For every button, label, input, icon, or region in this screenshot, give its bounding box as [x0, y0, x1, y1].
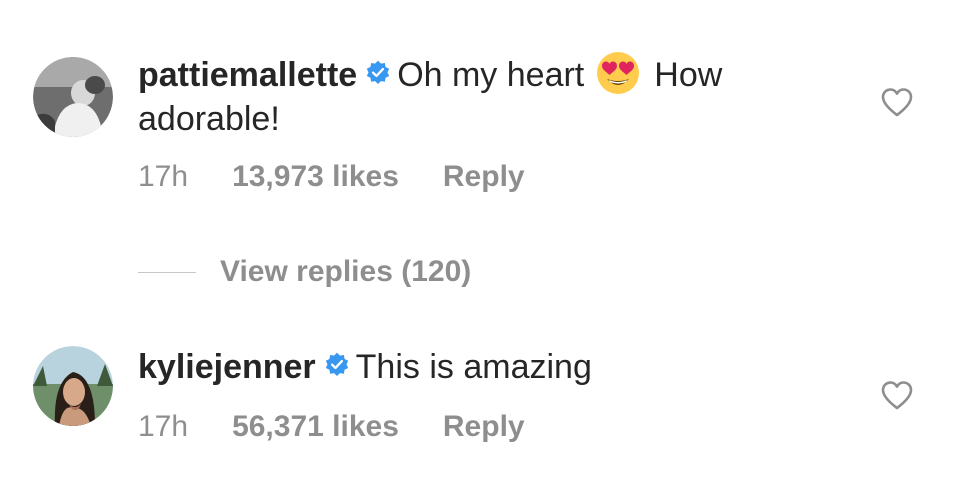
comment-username[interactable]: kyliejenner [138, 348, 316, 386]
view-replies-divider [138, 271, 196, 273]
heart-outline-icon[interactable] [880, 86, 914, 118]
view-replies-button[interactable]: View replies (120) [138, 252, 471, 292]
heart-eyes-emoji-icon [597, 52, 640, 95]
comment-meta: 17h 56,371 likes Reply [138, 410, 525, 444]
comment-text: kyliejenner This is amazing [138, 347, 818, 388]
reply-button[interactable]: Reply [443, 160, 525, 194]
comment-item: kyliejenner This is amazing 17h 56,371 li… [0, 320, 970, 504]
comment-item: pattiemallette Oh my heart How adorable!… [0, 0, 970, 240]
comment-username[interactable]: pattiemallette [138, 56, 357, 94]
view-replies-label: View replies (120) [220, 255, 472, 288]
comment-content: This is amazing [355, 348, 592, 386]
verified-badge-icon [367, 60, 390, 85]
avatar-pattiemallette[interactable] [33, 57, 113, 137]
comment-likes[interactable]: 13,973 likes [232, 160, 399, 194]
comment-text: pattiemallette Oh my heart How adorable! [138, 52, 818, 140]
reply-button[interactable]: Reply [443, 410, 525, 444]
comment-content: Oh my heart [397, 56, 585, 94]
verified-badge-icon [325, 352, 348, 377]
heart-outline-icon[interactable] [880, 379, 914, 411]
comment-meta: 17h 13,973 likes Reply [138, 160, 525, 194]
comment-time[interactable]: 17h [138, 160, 188, 194]
comment-time[interactable]: 17h [138, 410, 188, 444]
comment-likes[interactable]: 56,371 likes [232, 410, 399, 444]
avatar-kyliejenner[interactable] [33, 346, 113, 426]
